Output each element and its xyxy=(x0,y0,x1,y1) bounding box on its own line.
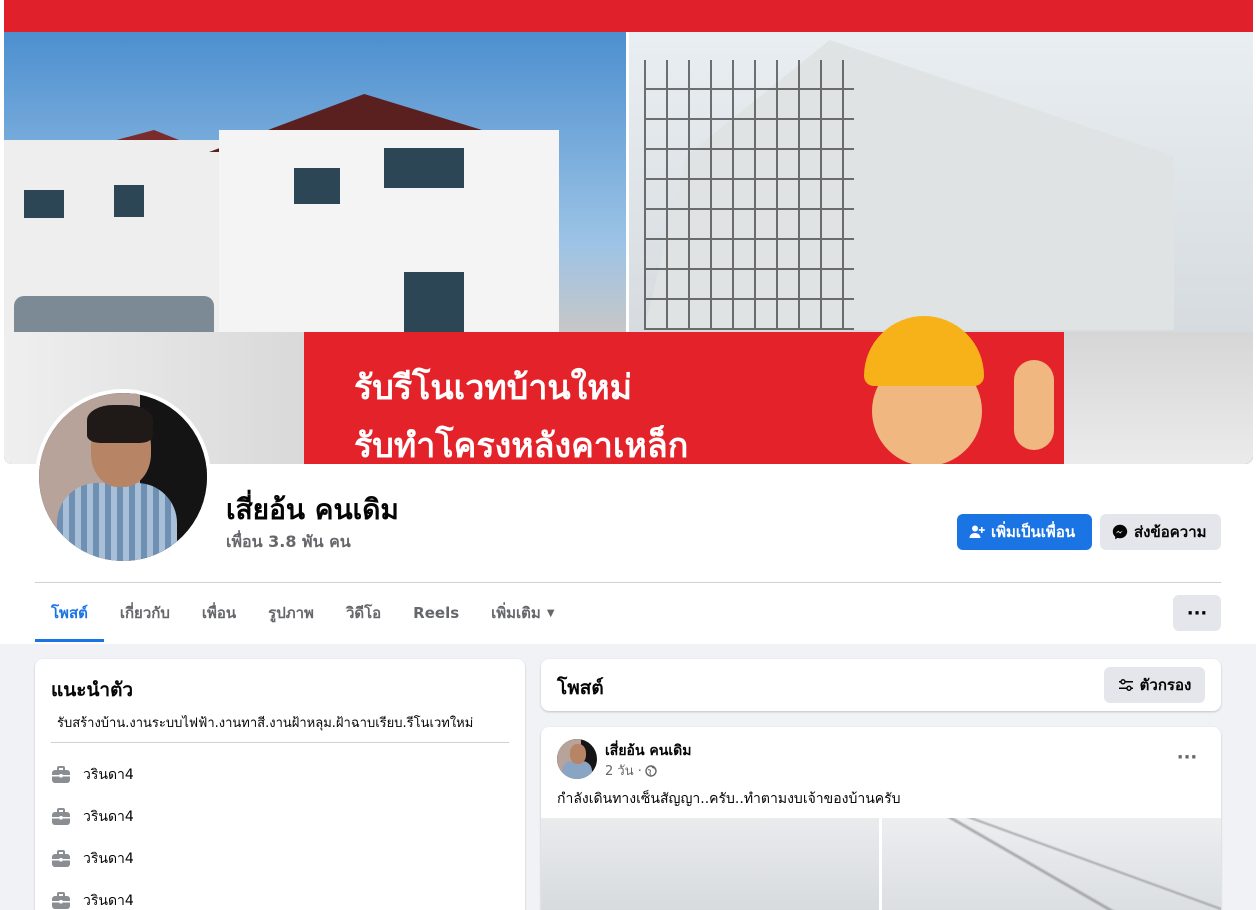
scaffolding xyxy=(644,60,854,330)
post-time-label: 2 วัน · xyxy=(605,764,642,779)
intro-card: แนะนำตัว รับสร้างบ้าน.งานระบบไฟฟ้า.งานทา… xyxy=(35,659,525,910)
tab-photos[interactable]: รูปภาพ xyxy=(252,590,330,642)
tab-videos[interactable]: วิดีโอ xyxy=(330,590,397,642)
work-item[interactable]: วรินดา4 xyxy=(51,763,134,787)
filter-button[interactable]: ตัวกรอง xyxy=(1104,667,1205,703)
briefcase-icon xyxy=(52,850,70,867)
banner-text-line1: รับรีโนเวทบ้านใหม่ xyxy=(354,368,633,408)
posts-title: โพสต์ xyxy=(557,677,604,699)
profile-header: รับรีโนเวทบ้านใหม่ รับทำโครงหลังคาเหล็ก … xyxy=(0,0,1256,644)
work-item-label: วรินดา4 xyxy=(83,893,134,909)
friend-count[interactable]: เพื่อน 3.8 พัน คน xyxy=(226,530,351,555)
window xyxy=(24,190,64,218)
post-card: เสี่ยอ้น คนเดิม 2 วัน · ··· กำลังเดินทาง… xyxy=(541,727,1221,910)
message-label: ส่งข้อความ xyxy=(1134,523,1207,541)
avatar[interactable] xyxy=(39,393,207,561)
profile-name: เสี่ยอ้น คนเดิม xyxy=(226,493,399,526)
avatar-face xyxy=(570,744,586,764)
post-photo[interactable] xyxy=(541,818,879,910)
add-friend-button[interactable]: เพิ่มเป็นเพื่อน xyxy=(957,514,1092,550)
intro-title: แนะนำตัว xyxy=(51,679,134,701)
mascot-illustration xyxy=(854,316,994,464)
mascot-helmet xyxy=(864,316,984,386)
tab-posts[interactable]: โพสต์ xyxy=(35,590,104,642)
avatar-shirt xyxy=(57,483,177,561)
car xyxy=(14,296,214,332)
message-button[interactable]: ส่งข้อความ xyxy=(1100,514,1221,550)
profile-tabs: โพสต์ เกี่ยวกับ เพื่อน รูปภาพ วิดีโอ Ree… xyxy=(35,590,571,644)
divider xyxy=(626,32,629,332)
tab-about[interactable]: เกี่ยวกับ xyxy=(104,590,186,642)
more-options-button[interactable]: ··· xyxy=(1173,595,1221,631)
tab-label: โพสต์ xyxy=(51,604,88,622)
tab-friends[interactable]: เพื่อน xyxy=(186,590,252,642)
window xyxy=(294,168,340,204)
work-item-label: วรินดา4 xyxy=(83,851,134,867)
tab-label: เกี่ยวกับ xyxy=(119,604,170,622)
post-timestamp[interactable]: 2 วัน · xyxy=(605,760,657,781)
banner-text-line2: รับทำโครงหลังคาเหล็ก xyxy=(354,426,689,464)
briefcase-icon xyxy=(52,808,70,825)
power-lines xyxy=(882,818,1221,910)
work-item[interactable]: วรินดา4 xyxy=(51,847,134,871)
tab-label: เพื่อน xyxy=(201,604,237,622)
divider xyxy=(51,742,509,743)
avatar-hair xyxy=(87,405,153,443)
work-item[interactable]: วรินดา4 xyxy=(51,805,134,829)
divider xyxy=(35,582,1221,583)
post-author-name[interactable]: เสี่ยอ้น คนเดิม xyxy=(605,740,691,762)
tab-more[interactable]: เพิ่มเติม ▼ xyxy=(475,590,570,642)
window xyxy=(114,185,144,217)
work-item-label: วรินดา4 xyxy=(83,809,134,825)
add-friend-icon xyxy=(969,525,985,538)
caret-down-icon: ▼ xyxy=(546,607,555,619)
briefcase-icon xyxy=(52,766,70,783)
tab-label: วิดีโอ xyxy=(345,604,382,622)
tab-label: Reels xyxy=(413,604,460,622)
door xyxy=(404,272,464,332)
posts-header-card: โพสต์ ตัวกรอง xyxy=(541,659,1221,711)
post-text: กำลังเดินทางเซ็นสัญญา..ครับ..ทำตามงบเจ้า… xyxy=(557,791,901,807)
briefcase-icon xyxy=(52,892,70,909)
tab-label: เพิ่มเติม xyxy=(491,604,541,622)
banner-right xyxy=(1064,332,1253,464)
globe-icon xyxy=(645,764,657,777)
tab-label: รูปภาพ xyxy=(268,604,314,622)
intro-bio: รับสร้างบ้าน.งานระบบไฟฟ้า.งานทาสี.งานฝ้า… xyxy=(57,716,474,731)
messenger-icon xyxy=(1112,524,1128,540)
post-author-avatar[interactable] xyxy=(557,739,597,779)
cover-red-strip xyxy=(4,0,1253,32)
tab-reels[interactable]: Reels xyxy=(397,590,475,642)
add-friend-label: เพิ่มเป็นเพื่อน xyxy=(991,523,1076,541)
window xyxy=(384,148,464,188)
work-item-label: วรินดา4 xyxy=(83,767,134,783)
thumbs-up-icon xyxy=(1014,360,1054,450)
filter-label: ตัวกรอง xyxy=(1139,676,1192,694)
work-item[interactable]: วรินดา4 xyxy=(51,889,134,910)
filter-icon xyxy=(1118,679,1133,691)
post-options-button[interactable]: ··· xyxy=(1171,741,1203,773)
